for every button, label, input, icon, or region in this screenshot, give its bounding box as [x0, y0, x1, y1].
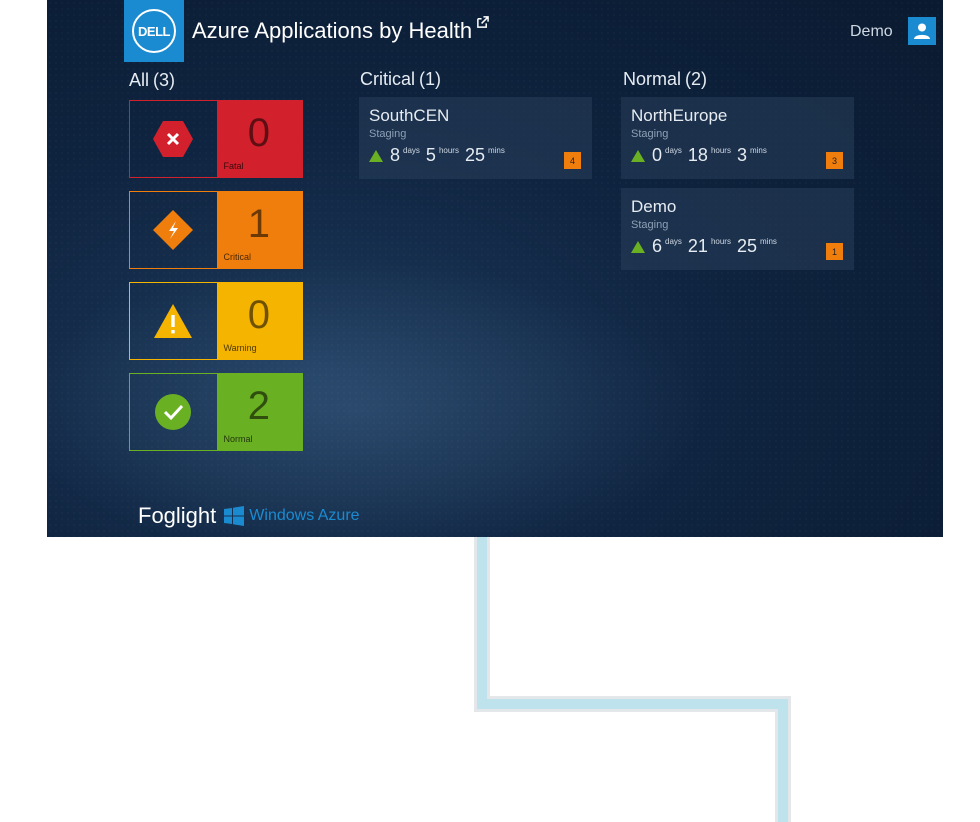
- mins-unit: mins: [760, 237, 777, 246]
- alarm-count-badge[interactable]: 1: [826, 243, 843, 260]
- foglight-logo: Foglight: [138, 503, 217, 528]
- fatal-label: Fatal: [223, 161, 244, 171]
- fatal-count-panel: 0 Fatal: [216, 101, 302, 177]
- fatal-tile[interactable]: 0 Fatal: [129, 100, 303, 178]
- all-heading-label: All: [129, 70, 150, 90]
- windows-logo-icon: [224, 506, 245, 526]
- user-name[interactable]: Demo: [850, 23, 893, 41]
- uptime: 8 days 5 hours 25 mins: [369, 145, 582, 166]
- alarm-count-badge[interactable]: 4: [564, 152, 581, 169]
- normal-count: 2: [247, 384, 270, 428]
- critical-label: Critical: [223, 252, 252, 262]
- days-unit: days: [665, 146, 682, 155]
- uptime: 0 days 18 hours 3 mins: [631, 145, 844, 166]
- app-environment: Staging: [631, 128, 669, 140]
- app-window: DELL Azure Applications by Health Demo A…: [47, 0, 943, 537]
- critical-count-panel: 1 Critical: [216, 192, 302, 268]
- app-name: NorthEurope: [631, 106, 728, 125]
- mins-unit: mins: [487, 146, 505, 155]
- uptime-days: 8: [390, 145, 401, 165]
- uptime: 6 days 21 hours 25 mins: [631, 236, 844, 257]
- normal-count-panel: 2 Normal: [216, 374, 302, 450]
- uptime-hours: 5: [425, 145, 436, 165]
- uptime-mins: 25: [464, 145, 485, 165]
- all-heading-count: (3): [153, 70, 176, 90]
- normal-heading[interactable]: Normal (2): [623, 69, 707, 90]
- dell-logo[interactable]: DELL: [124, 0, 184, 62]
- app-card-demo[interactable]: Demo Staging 6 days 21 hours 25 mins 1: [621, 188, 854, 270]
- app-card-southcen[interactable]: SouthCEN Staging 8 days 5 hours 25 mins 4: [359, 97, 592, 179]
- fatal-count: 0: [247, 111, 270, 155]
- up-arrow-icon: [369, 149, 383, 162]
- uptime-days: 6: [652, 236, 663, 256]
- normal-check-icon: [130, 374, 217, 450]
- critical-heading[interactable]: Critical (1): [360, 69, 441, 90]
- days-unit: days: [665, 237, 682, 246]
- page-title: Azure Applications by Health: [192, 16, 489, 44]
- hours-unit: hours: [710, 237, 731, 246]
- normal-tile[interactable]: 2 Normal: [129, 373, 303, 451]
- critical-icon: [130, 192, 217, 268]
- normal-label: Normal: [223, 434, 253, 444]
- uptime-mins: 25: [736, 236, 757, 256]
- warning-count-panel: 0 Warning: [216, 283, 302, 359]
- uptime-mins: 3: [736, 145, 747, 165]
- critical-count: 1: [247, 202, 270, 246]
- uptime-days: 0: [652, 145, 663, 165]
- uptime-hours: 18: [687, 145, 708, 165]
- normal-heading-label: Normal: [623, 69, 682, 89]
- mins-unit: mins: [749, 146, 767, 155]
- all-heading[interactable]: All (3): [129, 70, 175, 91]
- warning-label: Warning: [223, 343, 257, 353]
- hours-unit: hours: [438, 146, 459, 155]
- alarm-count-badge[interactable]: 3: [826, 152, 843, 169]
- hours-unit: hours: [710, 146, 731, 155]
- fatal-icon: [130, 101, 217, 177]
- days-unit: days: [403, 146, 420, 155]
- warning-count: 0: [247, 293, 270, 337]
- app-environment: Staging: [369, 128, 407, 140]
- app-name: Demo: [631, 197, 677, 216]
- user-avatar-icon[interactable]: [908, 17, 936, 45]
- up-arrow-icon: [631, 149, 645, 162]
- footer-branding: Foglight Windows Azure: [138, 503, 360, 529]
- external-link-icon[interactable]: [476, 16, 489, 29]
- critical-tile[interactable]: 1 Critical: [129, 191, 303, 269]
- page-title-text: Azure Applications by Health: [192, 18, 473, 43]
- uptime-hours: 21: [687, 236, 708, 256]
- normal-heading-count: (2): [685, 69, 708, 89]
- warning-icon: [130, 283, 217, 359]
- app-name: SouthCEN: [369, 106, 450, 125]
- windows-azure-logo: Windows Azure: [249, 507, 360, 524]
- up-arrow-icon: [631, 240, 645, 253]
- dell-logo-text: DELL: [132, 9, 176, 53]
- critical-heading-label: Critical: [360, 69, 416, 89]
- warning-tile[interactable]: 0 Warning: [129, 282, 303, 360]
- app-card-northeurope[interactable]: NorthEurope Staging 0 days 18 hours 3 mins …: [621, 97, 854, 179]
- app-environment: Staging: [631, 219, 669, 231]
- critical-heading-count: (1): [419, 69, 442, 89]
